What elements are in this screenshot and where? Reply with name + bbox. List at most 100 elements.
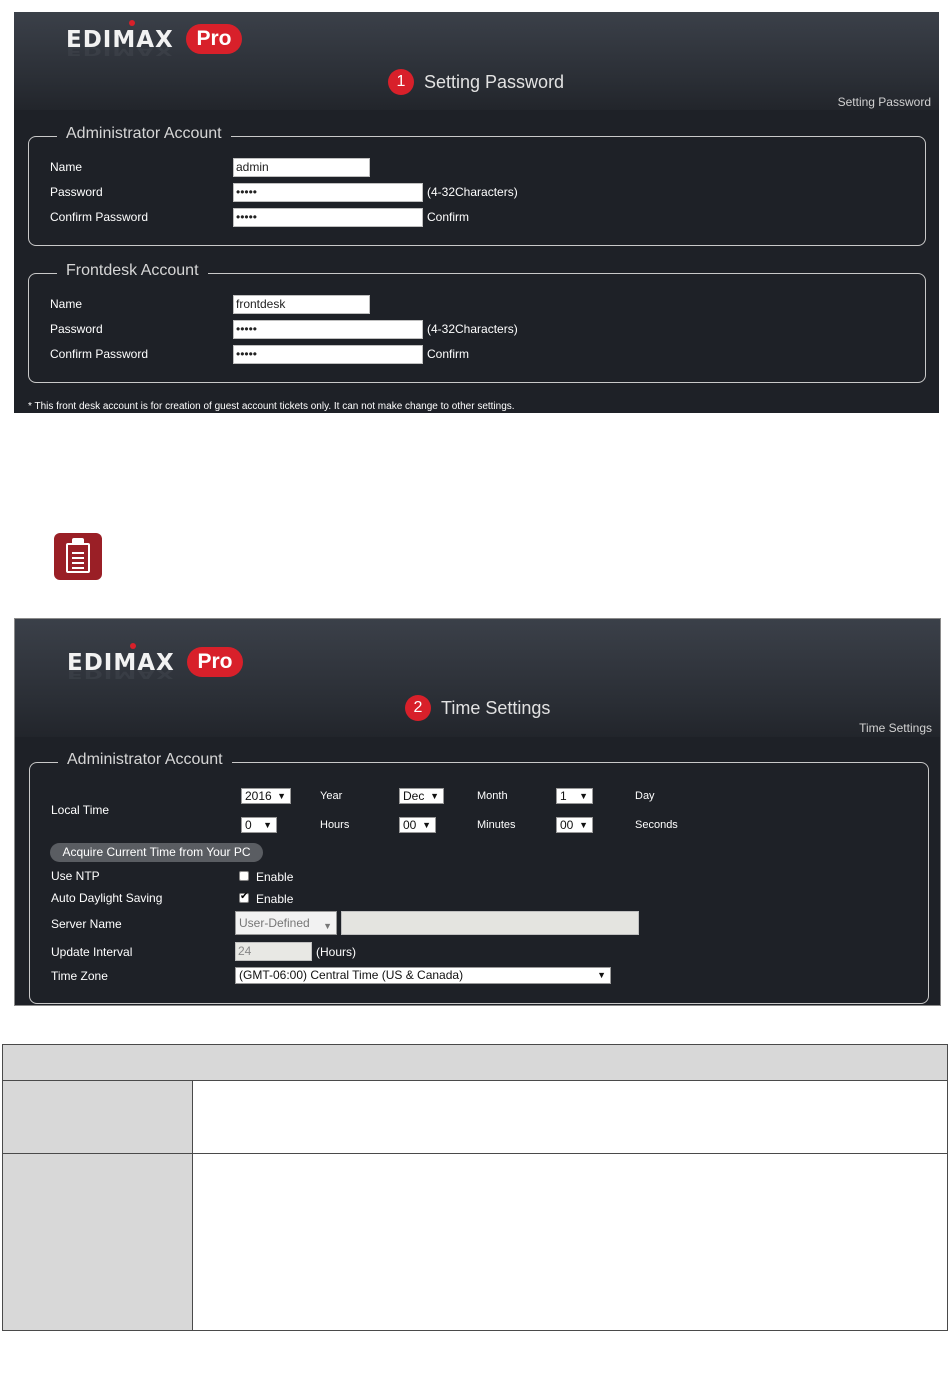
frontdesk-confirm-hint: Confirm — [427, 347, 470, 361]
clipboard-clip — [72, 538, 84, 545]
table-row — [2, 1080, 948, 1154]
group-legend: Administrator Account — [58, 751, 232, 769]
logo-pro-badge: Pro — [187, 647, 243, 677]
clipboard-line — [72, 562, 84, 564]
server-name-label: Server Name — [51, 917, 122, 931]
month-select[interactable]: Dec ▼ — [399, 788, 444, 804]
frontdesk-footnote: * This front desk account is for creatio… — [28, 401, 515, 412]
group-legend: Frontdesk Account — [57, 262, 208, 280]
time-zone-select-value: (GMT-06:00) Central Time (US & Canada) — [239, 968, 464, 982]
frontdesk-confirm-label: Confirm Password — [50, 347, 149, 361]
header-banner: EDIMAX Pro EDIMAX 1 Setting Password Set… — [14, 12, 939, 110]
minutes-label: Minutes — [477, 819, 516, 831]
server-name-input[interactable] — [341, 911, 639, 935]
use-ntp-checkbox[interactable] — [239, 871, 249, 881]
table-cell — [2, 1080, 193, 1154]
admin-password-input[interactable]: ••••• — [233, 183, 423, 202]
step-heading: 2 Time Settings — [405, 695, 550, 721]
time-settings-panel: EDIMAX Pro EDIMAX 2 Time Settings Time S… — [14, 618, 941, 1006]
clipboard-icon — [54, 533, 102, 580]
table-header-cell — [2, 1044, 948, 1081]
dropdown-arrow-icon: ▼ — [579, 791, 588, 801]
clipboard-body — [66, 543, 90, 573]
administrator-account-group: Administrator Account Name admin Passwor… — [28, 125, 926, 246]
day-select[interactable]: 1 ▼ — [556, 788, 593, 804]
description-table — [2, 1044, 948, 1331]
hours-label: Hours — [320, 819, 350, 831]
table-row — [2, 1153, 948, 1331]
admin-password-hint: (4-32Characters) — [427, 185, 518, 199]
acquire-pc-time-button[interactable]: Acquire Current Time from Your PC — [50, 843, 263, 862]
dropdown-arrow-icon: ▼ — [579, 820, 588, 830]
logo-dot-icon — [129, 20, 135, 26]
minute-select[interactable]: 00 ▼ — [399, 817, 436, 833]
dropdown-arrow-icon: ▼ — [430, 791, 439, 801]
step-number-badge: 1 — [388, 69, 414, 95]
daylight-saving-label: Auto Daylight Saving — [51, 891, 163, 905]
second-select[interactable]: 00 ▼ — [556, 817, 593, 833]
use-ntp-label: Use NTP — [51, 869, 100, 883]
frontdesk-name-input[interactable]: frontdesk — [233, 295, 370, 314]
day-select-value: 1 — [560, 789, 567, 803]
local-time-label: Local Time — [51, 803, 110, 817]
breadcrumb: Time Settings — [859, 721, 932, 735]
group-legend: Administrator Account — [57, 125, 231, 143]
update-interval-label: Update Interval — [51, 945, 133, 959]
seconds-label: Seconds — [635, 819, 678, 831]
server-name-select[interactable]: User-Defined ▼ — [235, 911, 337, 935]
breadcrumb: Setting Password — [837, 95, 931, 109]
dropdown-arrow-icon: ▼ — [323, 921, 332, 931]
time-settings-group: Administrator Account Local Time 2016 ▼ Y… — [29, 751, 929, 1004]
table-cell — [2, 1153, 193, 1331]
clipboard-line — [72, 557, 84, 559]
dropdown-arrow-icon: ▼ — [277, 791, 286, 801]
time-zone-label: Time Zone — [51, 969, 108, 983]
use-ntp-enable-label: Enable — [256, 870, 294, 884]
frontdesk-account-group: Frontdesk Account Name frontdesk Passwor… — [28, 262, 926, 383]
step-heading: 1 Setting Password — [388, 69, 564, 95]
month-select-value: Dec — [403, 789, 425, 803]
table-cell — [192, 1080, 948, 1154]
update-interval-input[interactable]: 24 — [235, 942, 312, 961]
header-banner: EDIMAX Pro EDIMAX 2 Time Settings Time S… — [15, 619, 940, 737]
daylight-saving-enable-label: Enable — [256, 892, 294, 906]
admin-confirm-label: Confirm Password — [50, 210, 149, 224]
update-interval-unit: (Hours) — [316, 945, 357, 959]
table-header-row — [2, 1044, 948, 1081]
dropdown-arrow-icon: ▼ — [263, 820, 272, 830]
year-select[interactable]: 2016 ▼ — [241, 788, 291, 804]
frontdesk-name-label: Name — [50, 297, 83, 311]
second-select-value: 00 — [560, 818, 574, 832]
server-name-select-value: User-Defined — [239, 916, 310, 930]
year-select-value: 2016 — [245, 789, 272, 803]
hour-select[interactable]: 0 ▼ — [241, 817, 277, 833]
frontdesk-password-input[interactable]: ••••• — [233, 320, 423, 339]
year-label: Year — [320, 790, 343, 802]
dropdown-arrow-icon: ▼ — [597, 970, 606, 980]
logo-pro-badge: Pro — [186, 24, 242, 54]
frontdesk-password-hint: (4-32Characters) — [427, 322, 518, 336]
step-number-badge: 2 — [405, 695, 431, 721]
page-title: Setting Password — [424, 71, 565, 92]
minute-select-value: 00 — [403, 818, 417, 832]
frontdesk-confirm-input[interactable]: ••••• — [233, 345, 423, 364]
admin-confirm-input[interactable]: ••••• — [233, 208, 423, 227]
frontdesk-password-label: Password — [50, 322, 103, 336]
daylight-saving-checkbox[interactable] — [239, 891, 249, 903]
day-label: Day — [635, 790, 655, 802]
logo-dot-icon — [130, 643, 136, 649]
dropdown-arrow-icon: ▼ — [422, 820, 431, 830]
page-title: Time Settings — [441, 697, 551, 718]
month-label: Month — [477, 790, 508, 802]
admin-confirm-hint: Confirm — [427, 210, 470, 224]
admin-name-input[interactable]: admin — [233, 158, 370, 177]
clipboard-line — [72, 567, 84, 569]
table-cell — [192, 1153, 948, 1331]
logo-reflection: EDIMAX — [66, 43, 174, 58]
time-zone-select[interactable]: (GMT-06:00) Central Time (US & Canada) ▼ — [235, 967, 611, 984]
logo-reflection: EDIMAX — [67, 666, 175, 681]
setting-password-panel: EDIMAX Pro EDIMAX 1 Setting Password Set… — [14, 12, 939, 413]
admin-name-label: Name — [50, 160, 83, 174]
admin-password-label: Password — [50, 185, 103, 199]
hour-select-value: 0 — [245, 818, 252, 832]
